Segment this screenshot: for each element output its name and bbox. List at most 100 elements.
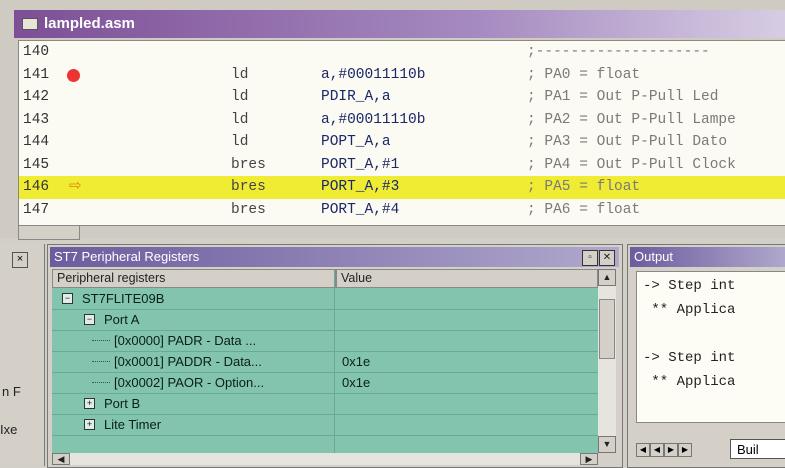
last-tab-button[interactable]: ▶ xyxy=(678,443,692,457)
collapse-icon[interactable]: − xyxy=(84,314,95,325)
opcode: ld xyxy=(231,134,249,150)
opcode: ld xyxy=(231,111,249,128)
scroll-right-button[interactable]: ▶ xyxy=(580,453,598,465)
output-line: ** Applica xyxy=(643,302,736,318)
code-line[interactable]: 140 ;-------------------- xyxy=(19,41,785,64)
register-label: [0x0001] PADDR - Data... xyxy=(114,354,262,369)
first-tab-button[interactable]: ◀ xyxy=(636,443,650,457)
code-comment: ; PA6 = float xyxy=(527,201,641,218)
line-number: 147 xyxy=(23,201,50,218)
register-row[interactable]: + Port B xyxy=(52,393,598,415)
left-panel: × n F Ixe xyxy=(0,244,45,466)
register-label: Port B xyxy=(104,396,141,411)
code-line[interactable]: 144 ld POPT_A,a ; PA3 = Out P-Pull Dato xyxy=(19,131,785,154)
left-panel-text: Ixe xyxy=(0,422,18,437)
scroll-left-button[interactable]: ◀ xyxy=(52,453,70,465)
register-row[interactable]: [0x0000] PADR - Data ...11111100 xyxy=(52,330,598,352)
line-number: 146 xyxy=(23,179,50,195)
operand: PORT_A,#3 xyxy=(321,179,400,195)
code-line[interactable]: 145 bres PORT_A,#1 ; PA4 = Out P-Pull Clock xyxy=(19,154,785,177)
close-button[interactable]: ✕ xyxy=(599,250,615,266)
operand: POPT_A,a xyxy=(321,134,391,150)
operand: PORT_A,#1 xyxy=(321,156,400,173)
code-line[interactable]: 142 ld PDIR_A,a ; PA1 = Out P-Pull Led xyxy=(19,86,785,109)
code-comment: ; PA5 = float xyxy=(527,179,641,195)
registers-horizontal-scrollbar[interactable]: ◀ ▶ xyxy=(52,453,598,465)
register-name-cell: [0x0002] PAOR - Option... xyxy=(52,372,334,393)
output-text-area[interactable]: -> Step int ** Applica -> Step int ** App… xyxy=(636,271,785,423)
code-line[interactable]: 147 bres PORT_A,#4 ; PA6 = float xyxy=(19,199,785,222)
tree-connector xyxy=(92,382,110,383)
opcode: ld xyxy=(231,66,249,83)
restore-button[interactable]: ▫ xyxy=(582,250,598,266)
column-header-value[interactable]: Value xyxy=(336,269,598,288)
opcode: bres xyxy=(231,201,266,218)
code-area[interactable]: 140 ;-------------------- 141 ld a,#00011110… xyxy=(18,40,785,226)
register-row[interactable]: − Port A xyxy=(52,309,598,331)
register-row[interactable]: [0x0001] PADDR - Data... 0x1e xyxy=(52,351,598,373)
register-value: 0x1e xyxy=(342,354,371,369)
register-label: [0x0000] PADR - Data ... xyxy=(114,333,257,348)
registers-title: ST7 Peripheral Registers xyxy=(54,249,200,264)
register-name-cell: − Port A xyxy=(52,309,334,330)
operand: PDIR_A,a xyxy=(321,89,391,105)
code-line[interactable]: 146 ⇨ bres PORT_A,#3 ; PA5 = float xyxy=(19,176,785,199)
code-line[interactable]: 143 ld a,#00011110b ; PA2 = Out P-Pull Lamp… xyxy=(19,109,785,132)
breakpoint-icon[interactable] xyxy=(67,68,80,82)
output-title-bar[interactable]: Output xyxy=(630,247,785,267)
register-name-cell: [0x0001] PADDR - Data... xyxy=(52,351,334,372)
tree-connector xyxy=(92,340,110,341)
output-line: ** Applica xyxy=(643,374,736,390)
opcode: bres xyxy=(231,179,266,195)
expand-icon[interactable]: + xyxy=(84,419,95,430)
opcode: bres xyxy=(231,156,266,173)
register-value: 0x1e xyxy=(342,375,371,390)
code-comment: ; PA3 = Out P-Pull Dato xyxy=(527,134,728,150)
registers-vertical-scrollbar[interactable]: ▲ ▼ xyxy=(598,269,616,453)
tab-build[interactable]: Buil xyxy=(730,439,785,459)
output-window: Output -> Step int ** Applica -> Step int… xyxy=(627,244,785,468)
code-comment: ; PA2 = Out P-Pull Lampe xyxy=(527,111,736,128)
editor-title-bar[interactable]: lampled.asm xyxy=(14,10,785,38)
column-header-registers[interactable]: Peripheral registers xyxy=(52,269,336,288)
peripheral-registers-window: ST7 Peripheral Registers ▫ ✕ Peripheral … xyxy=(47,244,623,468)
scroll-up-button[interactable]: ▲ xyxy=(598,269,616,286)
register-label: Lite Timer xyxy=(104,417,162,432)
register-name-cell: − ST7FLITE09B xyxy=(52,288,334,309)
scroll-down-button[interactable]: ▼ xyxy=(598,436,616,453)
code-line[interactable]: 141 ld a,#00011110b ; PA0 = float xyxy=(19,64,785,87)
register-label: ST7FLITE09B xyxy=(82,291,165,306)
next-tab-button[interactable]: ▶ xyxy=(664,443,678,457)
expand-icon[interactable]: + xyxy=(84,398,95,409)
output-title: Output xyxy=(634,249,674,264)
output-line: -> Step int xyxy=(643,278,736,294)
register-name-cell: [0x0000] PADR - Data ... xyxy=(52,330,334,351)
line-number: 143 xyxy=(23,111,50,128)
line-number: 140 xyxy=(23,44,50,60)
register-row[interactable]: [0x0002] PAOR - Option... 0x1e xyxy=(52,372,598,394)
operand: a,#00011110b xyxy=(321,66,426,83)
line-number: 144 xyxy=(23,134,50,150)
left-panel-close-button[interactable]: × xyxy=(12,252,28,268)
line-number: 142 xyxy=(23,89,50,105)
register-row[interactable]: + Lite Timer xyxy=(52,414,598,436)
current-line-arrow-icon: ⇨ xyxy=(69,178,82,195)
registers-title-bar[interactable]: ST7 Peripheral Registers ▫ ✕ xyxy=(50,247,619,267)
code-comment: ; PA4 = Out P-Pull Clock xyxy=(527,156,736,173)
register-name-cell: + Port B xyxy=(52,393,334,414)
code-comment: ; PA0 = float xyxy=(527,66,641,83)
scroll-thumb[interactable] xyxy=(599,299,615,359)
register-row[interactable]: − ST7FLITE09B xyxy=(52,288,598,310)
collapse-icon[interactable]: − xyxy=(62,293,73,304)
output-tab-strip: ◀ ◀ ▶ ▶ Buil xyxy=(636,425,785,465)
code-comment: ;-------------------- xyxy=(527,44,710,60)
opcode: ld xyxy=(231,89,249,105)
editor-window: lampled.asm 140 ;-------------------- 141 l… xyxy=(0,0,785,240)
register-label: Port A xyxy=(104,312,140,327)
editor-horizontal-scrollbar[interactable] xyxy=(18,225,80,240)
code-comment: ; PA1 = Out P-Pull Led xyxy=(527,89,719,105)
left-panel-text: n F xyxy=(2,384,21,399)
operand: PORT_A,#4 xyxy=(321,201,400,218)
editor-title: lampled.asm xyxy=(44,15,135,32)
prev-tab-button[interactable]: ◀ xyxy=(650,443,664,457)
